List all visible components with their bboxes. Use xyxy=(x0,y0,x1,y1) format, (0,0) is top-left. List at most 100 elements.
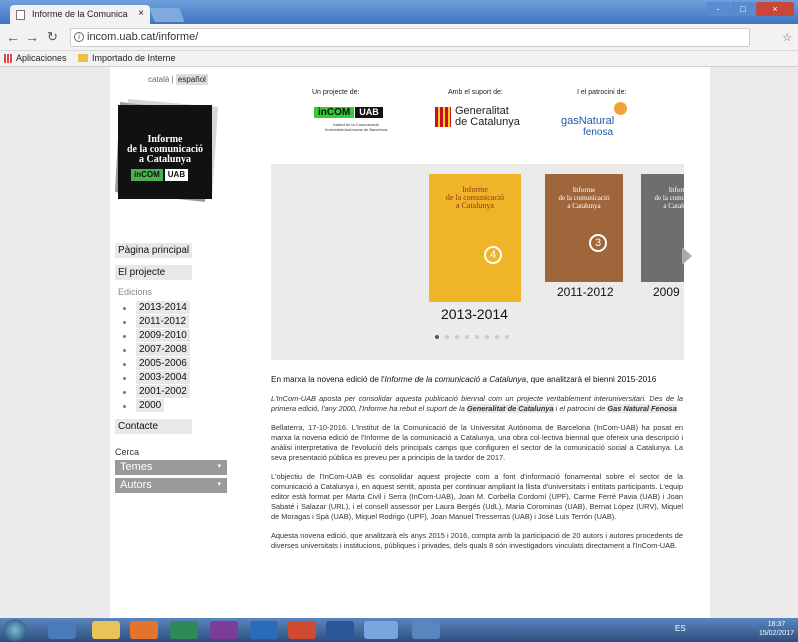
incom-logo-text: inCOM xyxy=(314,107,355,118)
edition-item[interactable]: 2007-2008 xyxy=(120,343,192,356)
language-indicator[interactable]: ES xyxy=(675,624,686,633)
edition-label: 2013-2014 xyxy=(136,301,190,314)
lang-separator: | xyxy=(171,75,174,84)
logo-incom-uab: inCOM UAB xyxy=(131,169,199,181)
patron-label: I el patrocini de: xyxy=(577,89,627,96)
slider-dot[interactable] xyxy=(435,335,439,339)
editions-label: Edicions xyxy=(118,287,153,297)
page-icon xyxy=(16,10,25,20)
reload-icon[interactable]: ↻ xyxy=(47,29,58,45)
forward-icon[interactable]: → xyxy=(25,29,39,45)
edition-item[interactable]: 2000 xyxy=(120,399,192,412)
close-button[interactable]: × xyxy=(756,2,794,16)
browser-tab[interactable]: Informe de la Comunica × xyxy=(10,5,150,24)
generalitat-flag-icon xyxy=(435,107,451,127)
cover-2011-2012[interactable]: Informe de la comunicació a Catalunya 3 xyxy=(545,174,623,282)
generalitat-logo-text[interactable]: Generalitat de Catalunya xyxy=(455,106,520,128)
slider-dot[interactable] xyxy=(455,335,459,339)
slider-label-2013[interactable]: 2013-2014 xyxy=(441,306,508,322)
incom-uab-logo[interactable]: inCOM UAB xyxy=(314,107,383,118)
maximize-button[interactable]: □ xyxy=(731,2,755,16)
menu-contact[interactable]: Contacte xyxy=(115,419,193,434)
cover-2013-2014[interactable]: Informe de la comunicació a Catalunya 4 xyxy=(429,174,521,302)
page-content: català | español Informe de la comunicac… xyxy=(110,67,710,618)
media-player-icon[interactable] xyxy=(130,621,158,639)
menu-home[interactable]: Pàgina principal xyxy=(115,243,193,258)
bookmark-apps[interactable]: Aplicaciones xyxy=(16,53,67,63)
news-article: En marxa la novena edició de l'Informe d… xyxy=(271,375,683,560)
explorer-icon[interactable] xyxy=(92,621,120,639)
lang-catalan[interactable]: català xyxy=(148,75,169,84)
apps-icon[interactable] xyxy=(4,54,13,63)
slider-dot[interactable] xyxy=(445,335,449,339)
star-icon[interactable]: ☆ xyxy=(782,31,792,44)
new-tab-button[interactable] xyxy=(149,8,185,22)
slider-dots xyxy=(435,335,509,339)
edition-label: 2005-2006 xyxy=(136,357,190,370)
menu-project[interactable]: El projecte xyxy=(115,265,193,280)
cover-2009-2010[interactable]: Informe de la comunicació a Catalunya xyxy=(641,174,684,282)
article-paragraph: L'objectiu de l'InCom-UAB és consolidar … xyxy=(271,472,683,521)
lang-spanish[interactable]: español xyxy=(175,74,208,85)
edition-label: 2011-2012 xyxy=(136,315,190,328)
search-label: Cerca xyxy=(115,447,140,457)
language-switcher: català | español xyxy=(148,74,208,85)
paint-icon[interactable] xyxy=(412,621,440,639)
fenosa-logo-text: fenosa xyxy=(583,127,614,138)
article-intro: L'InCom-UAB aposta per consolidar aquest… xyxy=(271,394,683,414)
slider-dot[interactable] xyxy=(495,335,499,339)
excel-icon[interactable] xyxy=(170,621,198,639)
slider-dot[interactable] xyxy=(465,335,469,339)
powerpoint-icon[interactable] xyxy=(288,621,316,639)
edition-item[interactable]: 2011-2012 xyxy=(120,315,192,328)
clock-time: 18:37 xyxy=(767,621,786,628)
tab-close-icon[interactable]: × xyxy=(138,8,144,19)
slider-dot[interactable] xyxy=(475,335,479,339)
address-bar-row: ← → ↻ i incom.uab.cat/informe/ ☆ xyxy=(0,24,798,51)
ie-icon[interactable] xyxy=(48,621,76,639)
logo-title: Informe de la comunicació a Catalunya xyxy=(126,134,204,165)
edition-item[interactable]: 2013-2014 xyxy=(120,301,192,314)
info-icon[interactable]: i xyxy=(74,32,84,42)
article-paragraph: Aquesta novena edició, que analitzarà el… xyxy=(271,531,683,550)
gas-natural-butterfly-icon xyxy=(614,102,627,115)
cover-title: Informe de la comunicació a Catalunya xyxy=(654,186,684,210)
url-field[interactable]: i incom.uab.cat/informe/ xyxy=(70,28,750,47)
word-icon[interactable] xyxy=(326,621,354,639)
logo-uab: UAB xyxy=(164,169,189,181)
slider-dot[interactable] xyxy=(505,335,509,339)
slider-next-icon[interactable] xyxy=(682,247,692,265)
edition-item[interactable]: 2003-2004 xyxy=(120,371,192,384)
edition-label: 2007-2008 xyxy=(136,343,190,356)
start-button-icon[interactable] xyxy=(4,619,26,641)
window-controls: - □ × xyxy=(706,2,794,16)
edition-label: 2003-2004 xyxy=(136,371,190,384)
slider-dot[interactable] xyxy=(485,335,489,339)
back-icon[interactable]: ← xyxy=(6,29,20,45)
heading-part: En marxa la novena edició de l' xyxy=(271,375,385,384)
sidebar-menu: Pàgina principal El projecte Edicions 20… xyxy=(115,243,193,441)
article-heading: En marxa la novena edició de l'Informe d… xyxy=(271,375,683,385)
folder-icon xyxy=(78,54,88,62)
edition-item[interactable]: 2009-2010 xyxy=(120,329,192,342)
themes-dropdown[interactable]: Temes xyxy=(115,460,227,475)
outlook-icon[interactable] xyxy=(250,621,278,639)
authors-dropdown[interactable]: Autors xyxy=(115,478,227,493)
onenote-icon[interactable] xyxy=(210,621,238,639)
chrome-icon[interactable] xyxy=(364,621,398,639)
page-viewport: català | español Informe de la comunicac… xyxy=(0,67,798,618)
clock[interactable]: 18:37 15/02/2017 xyxy=(759,620,794,638)
gasnatural-logo-text[interactable]: gasNatural xyxy=(561,115,614,127)
heading-emphasis: Informe de la comunicació a Catalunya xyxy=(384,375,527,384)
slider-label-2011[interactable]: 2011-2012 xyxy=(557,285,614,299)
slider-label-2009[interactable]: 2009 xyxy=(653,285,680,299)
edition-item[interactable]: 2001-2002 xyxy=(120,385,192,398)
edition-label: 2009-2010 xyxy=(136,329,190,342)
bookmark-imported[interactable]: Importado de Interne xyxy=(92,53,176,63)
edition-item[interactable]: 2005-2006 xyxy=(120,357,192,370)
project-label: Un projecte de: xyxy=(312,89,360,96)
site-logo[interactable]: Informe de la comunicació a Catalunya in… xyxy=(110,97,220,207)
minimize-button[interactable]: - xyxy=(706,2,730,16)
article-paragraph: Bellaterra, 17-10-2016. L'Institut de la… xyxy=(271,423,683,462)
tab-title: Informe de la Comunica xyxy=(32,9,128,19)
